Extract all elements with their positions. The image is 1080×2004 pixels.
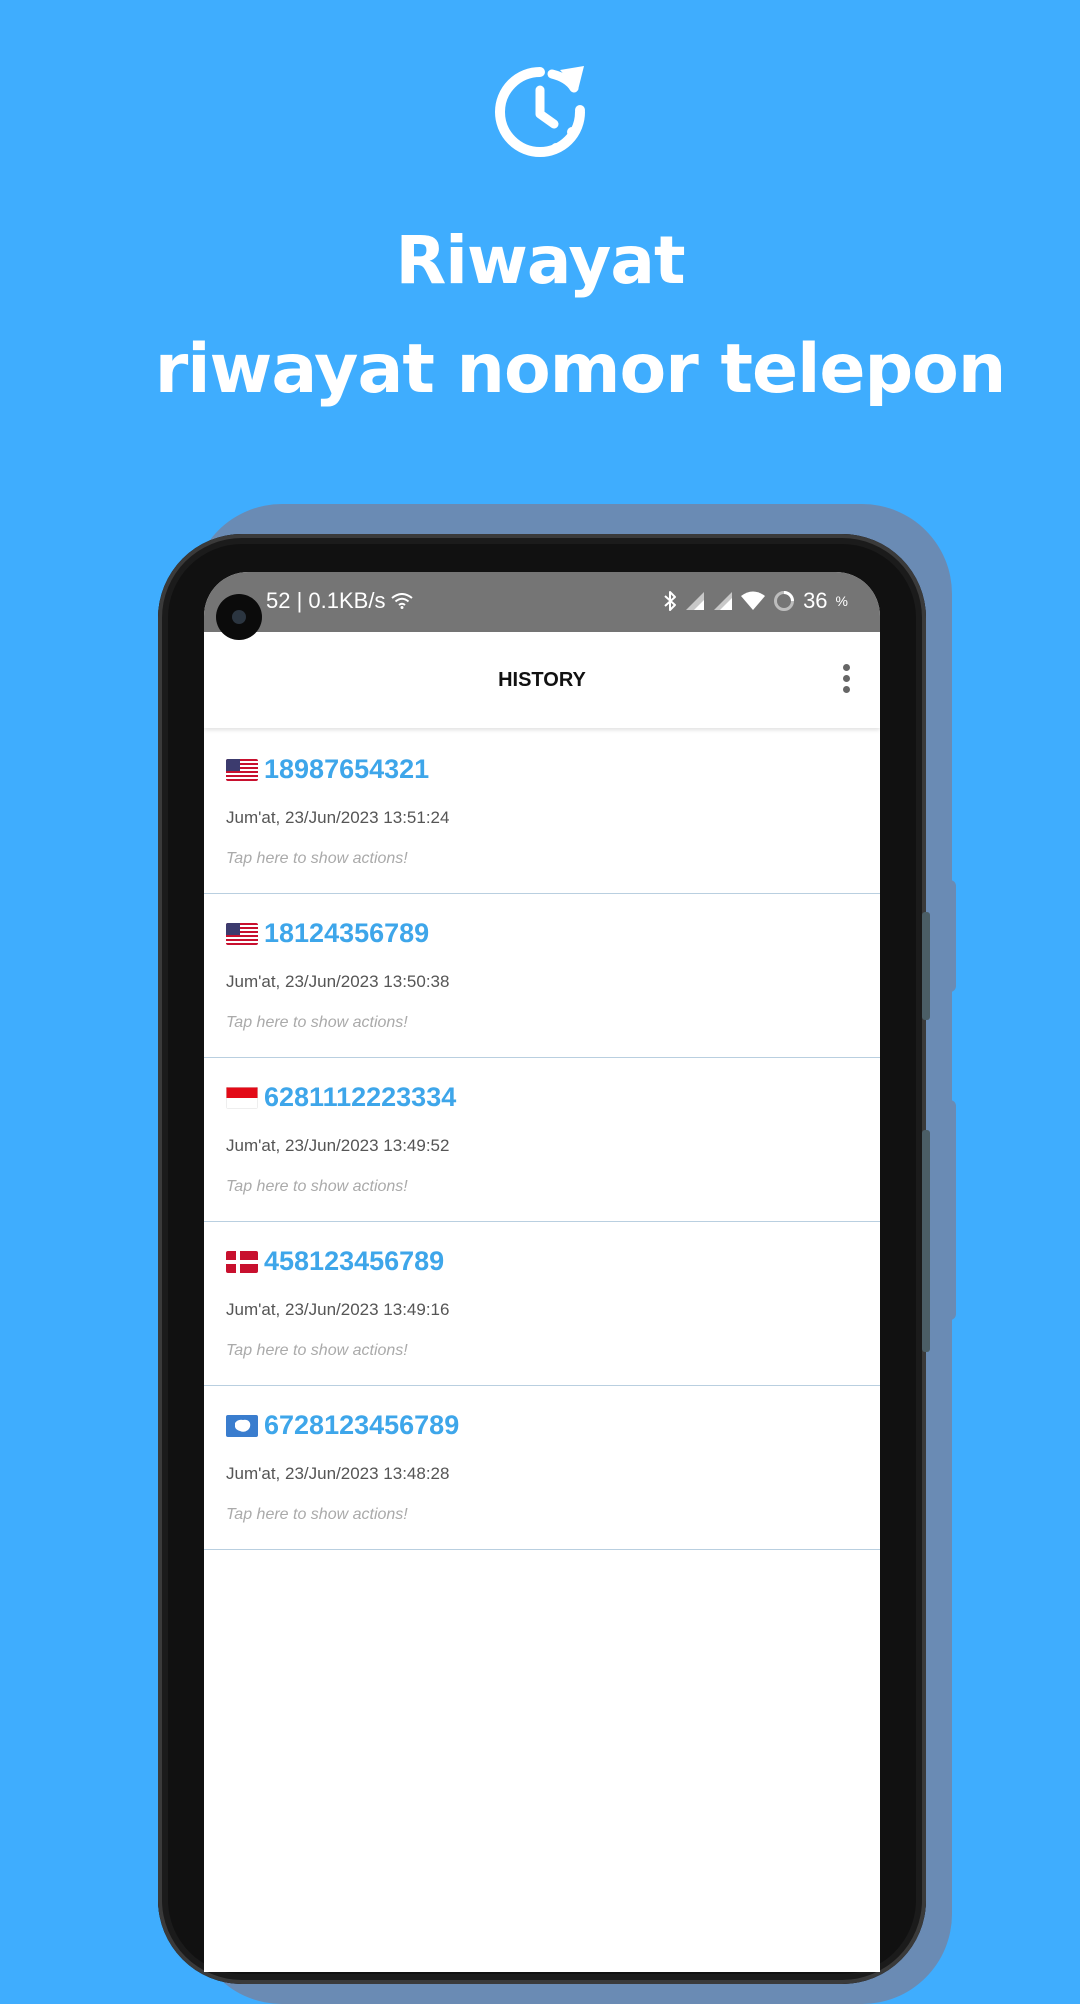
wifi-icon — [741, 591, 766, 610]
history-item[interactable]: 18987654321 Jum'at, 23/Jun/2023 13:51:24… — [204, 730, 880, 894]
front-camera — [216, 594, 262, 640]
history-item[interactable]: 6281112223334 Jum'at, 23/Jun/2023 13:49:… — [204, 1058, 880, 1222]
history-date: Jum'at, 23/Jun/2023 13:51:24 — [226, 808, 450, 827]
status-time-speed: 52 | 0.1KB/s — [266, 588, 386, 613]
phone-power-button — [922, 1130, 930, 1352]
phone-number: 458123456789 — [264, 1246, 445, 1276]
phone-side-button — [932, 880, 956, 992]
history-list: 18987654321 Jum'at, 23/Jun/2023 13:51:24… — [204, 730, 880, 1550]
history-item[interactable]: 6728123456789 Jum'at, 23/Jun/2023 13:48:… — [204, 1386, 880, 1550]
wifi-icon — [391, 593, 414, 609]
phone-volume-button — [922, 912, 930, 1020]
history-item[interactable]: 458123456789 Jum'at, 23/Jun/2023 13:49:1… — [204, 1222, 880, 1386]
promo-subtitle: riwayat nomor telepon — [154, 330, 1007, 409]
phone-number: 18987654321 — [264, 754, 430, 784]
action-hint: Tap here to show actions! — [226, 1014, 408, 1031]
history-date: Jum'at, 23/Jun/2023 13:49:52 — [226, 1136, 450, 1155]
history-date: Jum'at, 23/Jun/2023 13:50:38 — [226, 972, 450, 991]
clock-history-icon — [495, 66, 585, 157]
more-vert-icon[interactable] — [840, 664, 852, 696]
dk-flag-icon — [226, 1250, 258, 1273]
history-item[interactable]: 18124356789 Jum'at, 23/Jun/2023 13:50:38… — [204, 894, 880, 1058]
battery-level: 36 — [803, 588, 828, 613]
history-date: Jum'at, 23/Jun/2023 13:48:28 — [226, 1464, 450, 1483]
status-bar: 52 | 0.1KB/s 36 % — [204, 572, 880, 640]
id-flag-icon — [226, 1086, 258, 1109]
action-hint: Tap here to show actions! — [226, 850, 408, 867]
history-date: Jum'at, 23/Jun/2023 13:49:16 — [226, 1300, 450, 1319]
battery-unit: % — [835, 593, 848, 609]
page-title: HISTORY — [498, 669, 586, 691]
action-hint: Tap here to show actions! — [226, 1506, 408, 1523]
bluetooth-icon — [664, 591, 677, 611]
phone-number: 6728123456789 — [264, 1410, 460, 1440]
phone-number: 18124356789 — [264, 918, 430, 948]
battery-icon — [774, 591, 795, 611]
app-bar: HISTORY — [204, 632, 880, 728]
phone-number: 6281112223334 — [264, 1082, 457, 1112]
aq-flag-icon — [226, 1414, 258, 1437]
signal-icon — [686, 592, 705, 610]
us-flag-icon — [226, 758, 258, 781]
phone-side-button — [932, 1100, 956, 1320]
action-hint: Tap here to show actions! — [226, 1178, 408, 1195]
signal-icon — [714, 592, 733, 610]
action-hint: Tap here to show actions! — [226, 1342, 408, 1359]
us-flag-icon — [226, 922, 258, 945]
promo-title: Riwayat — [395, 222, 685, 299]
phone-screen: 52 | 0.1KB/s 36 % HISTORY 18987654321 Ju… — [204, 572, 880, 1972]
